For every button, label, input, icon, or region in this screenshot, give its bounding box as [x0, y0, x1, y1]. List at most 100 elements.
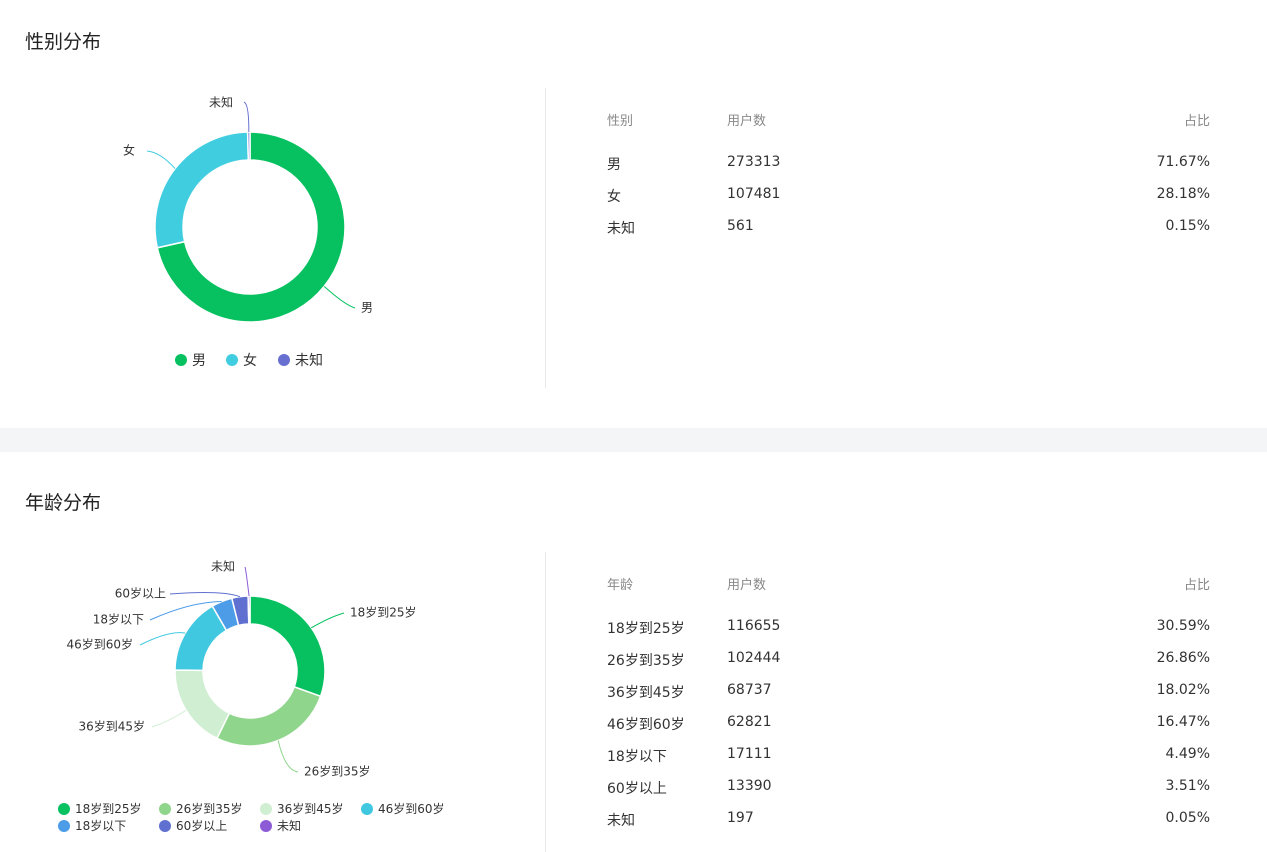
age-table-cell-1: 197 — [727, 810, 754, 826]
gender-section: 性别分布 男女未知 男女未知 性别 用户数 占比男 273313 71.67% 女 1074… — [0, 0, 1267, 428]
age-legend-label-0: 18岁到25岁 — [75, 802, 142, 816]
age-label-6: 未知 — [211, 560, 235, 574]
gender-legend-item-2[interactable]: 未知 — [278, 350, 323, 370]
gender-table-cell-0: 男 — [607, 157, 621, 173]
age-label-2: 36岁到45岁 — [78, 719, 145, 734]
age-label-4: 18岁以下 — [93, 612, 144, 627]
age-legend-dot-2 — [260, 802, 272, 815]
age-table-cell-0: 36岁到45岁 — [607, 685, 685, 701]
gender-table-header-0: 性别 — [607, 114, 634, 129]
age-table-cell-1: 102444 — [727, 650, 781, 666]
age-table-header-0: 年龄 — [607, 578, 634, 593]
age-leader-5 — [169, 592, 241, 598]
age-legend-label-2: 36岁到45岁 — [277, 802, 344, 816]
age-table-row: 26岁到35岁 102444 26.86% — [607, 650, 1210, 670]
age-table-cell-1: 68737 — [727, 682, 772, 698]
age-table-cell-2: 18.02% — [1156, 682, 1210, 698]
age-table-header: 年龄 用户数 占比 — [607, 574, 1210, 594]
age-label-0: 18岁到25岁 — [350, 605, 417, 620]
age-table-cell-2: 4.49% — [1165, 746, 1210, 762]
age-table-cell-2: 3.51% — [1165, 778, 1210, 794]
gender-legend-dot-1 — [226, 354, 238, 366]
age-table-cell-0: 未知 — [607, 813, 635, 829]
age-legend-label-4: 18岁以下 — [75, 819, 127, 833]
gender-legend-item-0[interactable]: 男 — [175, 350, 206, 370]
age-table-cell-2: 16.47% — [1156, 714, 1210, 730]
age-slice-6[interactable] — [247, 595, 251, 625]
age-table-cell-0: 18岁以下 — [607, 749, 667, 765]
gender-table-row: 未知 561 0.15% — [607, 218, 1210, 238]
gender-table-cell-0: 未知 — [607, 221, 635, 237]
age-legend-dot-0 — [58, 802, 70, 815]
age-table: 年龄 用户数 占比 18岁到25岁 116655 30.59% 26岁到35岁 102444 2… — [607, 574, 1210, 834]
gender-table-cell-2: 0.15% — [1165, 218, 1210, 234]
age-legend-dot-1 — [159, 802, 171, 815]
age-legend-item-6[interactable]: 未知 — [260, 817, 301, 834]
age-table-row: 36岁到45岁 68737 18.02% — [607, 682, 1210, 702]
age-table-row: 18岁以下 17111 4.49% — [607, 746, 1210, 766]
age-legend-item-1[interactable]: 26岁到35岁 — [159, 800, 243, 817]
gender-legend-label-1: 女 — [243, 353, 257, 369]
age-table-cell-1: 17111 — [727, 746, 772, 762]
age-divider — [545, 552, 546, 852]
age-table-cell-1: 116655 — [727, 618, 781, 634]
age-table-row: 46岁到60岁 62821 16.47% — [607, 714, 1210, 734]
age-table-cell-2: 26.86% — [1156, 650, 1210, 666]
age-legend-dot-5 — [159, 819, 171, 832]
gender-table-cell-2: 28.18% — [1156, 186, 1210, 202]
age-legend-label-3: 46岁到60岁 — [378, 802, 445, 816]
age-slice-1[interactable] — [215, 685, 322, 747]
age-table-header-2: 占比 — [1183, 578, 1210, 593]
gender-leader-1 — [146, 150, 176, 169]
gender-slice-2[interactable] — [246, 131, 251, 161]
gender-table-row: 男 273313 71.67% — [607, 154, 1210, 174]
age-legend-label-1: 26岁到35岁 — [176, 802, 243, 816]
gender-legend-dot-0 — [175, 354, 187, 366]
gender-legend-label-2: 未知 — [295, 353, 323, 369]
age-legend-label-6: 未知 — [277, 819, 302, 833]
gender-table-cell-1: 561 — [727, 218, 754, 234]
gender-table: 性别 用户数 占比男 273313 71.67% 女 107481 28.18% 未知 561 0.… — [607, 110, 1210, 240]
age-legend-item-0[interactable]: 18岁到25岁 — [58, 800, 142, 817]
age-table-row: 18岁到25岁 116655 30.59% — [607, 618, 1210, 638]
age-table-cell-0: 26岁到35岁 — [607, 653, 685, 669]
age-table-cell-0: 18岁到25岁 — [607, 621, 685, 637]
gender-table-header-2: 占比 — [1183, 114, 1210, 129]
age-legend-item-4[interactable]: 18岁以下 — [58, 817, 126, 834]
age-legend-dot-6 — [260, 819, 272, 832]
age-table-cell-2: 0.05% — [1165, 810, 1210, 826]
gender-leader-2 — [243, 101, 250, 133]
gender-legend-item-1[interactable]: 女 — [226, 350, 257, 370]
age-legend-item-2[interactable]: 36岁到45岁 — [260, 800, 344, 817]
age-table-cell-2: 30.59% — [1156, 618, 1210, 634]
age-slice-2[interactable] — [174, 669, 231, 740]
age-slice-0[interactable] — [249, 595, 326, 698]
gender-table-cell-1: 107481 — [727, 186, 781, 202]
age-donut-chart: 18岁到25岁 26岁到35岁 36岁到45岁 46岁到60岁 18岁以下 60岁以上 未知 — [66, 560, 417, 779]
age-legend-label-5: 60岁以上 — [176, 819, 228, 833]
gender-table-cell-1: 273313 — [727, 154, 781, 170]
gender-label-1: 女 — [123, 143, 135, 158]
gender-label-0: 男 — [361, 301, 373, 315]
gender-table-header: 性别 用户数 占比 — [607, 110, 1210, 130]
age-legend-dot-3 — [361, 802, 373, 815]
age-table-cell-0: 46岁到60岁 — [607, 717, 685, 733]
age-table-row: 60岁以上 13390 3.51% — [607, 778, 1210, 798]
age-table-row: 未知 197 0.05% — [607, 810, 1210, 830]
age-label-1: 26岁到35岁 — [304, 764, 371, 779]
gender-table-header-1: 用户数 — [727, 114, 767, 129]
age-leader-1 — [277, 740, 299, 773]
age-table-cell-1: 13390 — [727, 778, 772, 794]
age-leader-6 — [244, 566, 250, 597]
age-legend-item-3[interactable]: 46岁到60岁 — [361, 800, 445, 817]
gender-slice-1[interactable] — [154, 131, 250, 249]
age-leader-3 — [139, 632, 186, 646]
age-legend-item-5[interactable]: 60岁以上 — [159, 817, 227, 834]
gender-label-2: 未知 — [209, 96, 233, 110]
gender-divider — [545, 88, 546, 388]
age-leader-0 — [311, 612, 345, 629]
age-table-cell-1: 62821 — [727, 714, 772, 730]
gender-donut-chart: 男 女 未知 — [123, 96, 373, 323]
age-label-5: 60岁以上 — [115, 586, 166, 601]
gender-table-cell-2: 71.67% — [1156, 154, 1210, 170]
